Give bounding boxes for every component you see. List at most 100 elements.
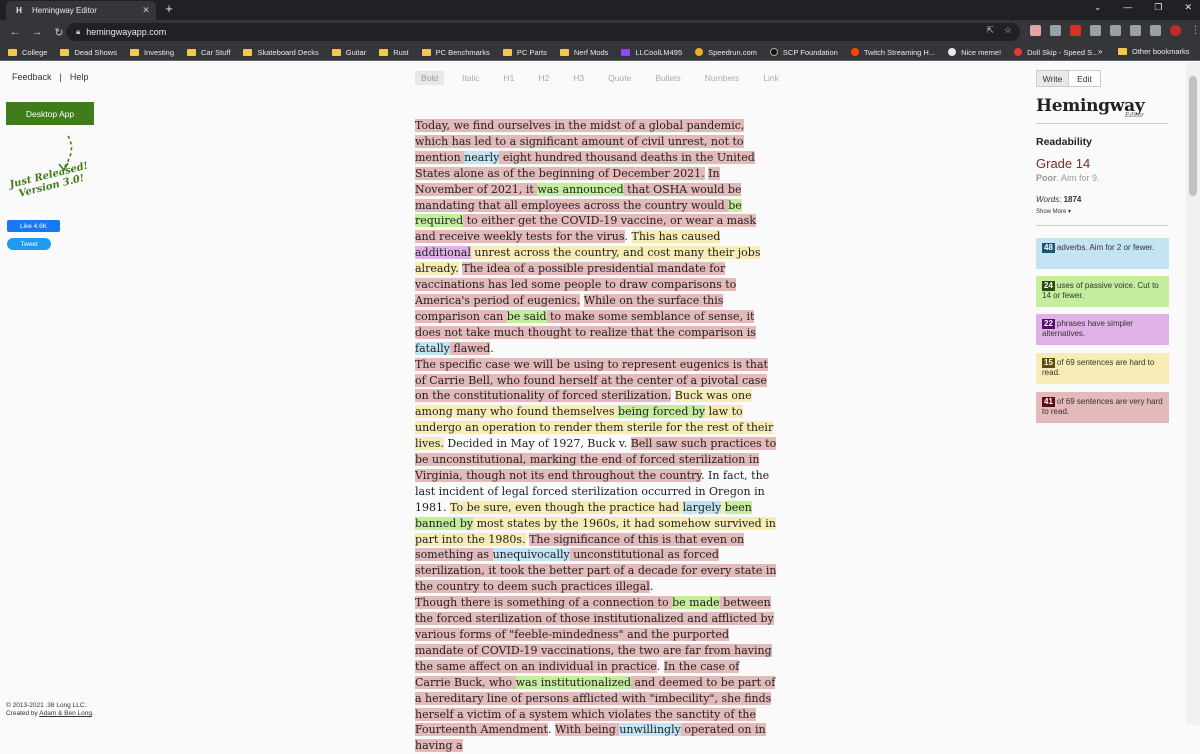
bookmark-item[interactable]: Dead Shows [60, 48, 117, 57]
h3-button[interactable]: H3 [567, 71, 590, 85]
folder-icon [421, 48, 431, 56]
window-controls: ⌄ — ❐ ✕ [1094, 2, 1192, 13]
tab-strip: H Hemingway Editor ✕ + ⌄ — ❐ ✕ [0, 0, 1200, 20]
bookmark-item[interactable]: Investing [129, 48, 174, 57]
text-editor[interactable]: Today, we find ourselves in the midst of… [415, 118, 777, 754]
facebook-like-button[interactable]: Like 4.6K [7, 220, 60, 232]
globe-icon [948, 48, 957, 56]
bookmark-item[interactable]: Rust [379, 48, 409, 57]
sidepanel-icon[interactable] [1150, 25, 1161, 36]
bookmark-item[interactable]: PC Parts [502, 48, 547, 57]
share-icon[interactable]: ⇱ [986, 25, 994, 36]
highlight-blue: unequivocally [492, 548, 570, 562]
restore-icon[interactable]: ❐ [1154, 2, 1162, 13]
text-run: Decided in May of 1927, Buck v. [443, 437, 631, 451]
minimize-icon[interactable]: — [1123, 2, 1132, 13]
editor-paragraph[interactable]: Though there is something of a connectio… [415, 595, 777, 754]
bookmark-item[interactable]: SCP Foundation [769, 48, 838, 57]
editor-paragraph[interactable]: The specific case we will be using to re… [415, 357, 777, 596]
hard-count: 15 [1042, 358, 1055, 368]
h1-button[interactable]: H1 [498, 71, 521, 85]
reddit-icon [850, 48, 859, 56]
bookmark-item[interactable]: College [8, 48, 47, 57]
extension-icon[interactable] [1030, 25, 1041, 36]
chevron-down-icon[interactable]: ⌄ [1094, 2, 1102, 13]
editor-paragraph[interactable]: Today, we find ourselves in the midst of… [415, 118, 777, 357]
other-bookmarks[interactable]: Other bookmarks [1118, 47, 1190, 56]
highlight-green: be said [506, 309, 547, 323]
highlight-blue: largely [682, 500, 722, 514]
bookmark-item[interactable]: Doll Skip - Speed S... [1014, 48, 1098, 57]
phrases-count: 22 [1042, 319, 1055, 329]
bookmark-item[interactable]: Car Stuff [187, 48, 230, 57]
highlight-green: be made [672, 596, 720, 610]
feedback-link[interactable]: Feedback [12, 72, 52, 82]
desktop-app-button[interactable]: Desktop App [6, 102, 94, 125]
bookmark-item[interactable]: Twitch Streaming H... [850, 48, 935, 57]
bullets-button[interactable]: Bullets [649, 71, 687, 85]
highlight-green: was institutionalized [515, 675, 632, 689]
grade-aim: Poor. Aim for 9. [1036, 173, 1100, 183]
hemingway-logo: Hemingway Editor [1036, 96, 1168, 124]
highlight-blue: unwillingly [619, 723, 681, 737]
twitch-icon [621, 48, 631, 56]
copyright-footer: © 2013-2021 .38 Long LLC. Created by Ada… [6, 702, 94, 718]
media-icon[interactable] [1130, 25, 1141, 36]
profile-avatar-icon[interactable] [1170, 25, 1181, 36]
puzzle-icon[interactable] [1110, 25, 1121, 36]
bookmark-item[interactable]: PC Benchmarks [421, 48, 490, 57]
browser-tab[interactable]: H Hemingway Editor ✕ [6, 1, 156, 20]
lock-icon[interactable]: 🔒︎ [76, 27, 80, 37]
close-tab-icon[interactable]: ✕ [140, 5, 152, 17]
folder-icon [502, 48, 512, 56]
authors-link[interactable]: Adam & Ben Long [39, 710, 92, 717]
edit-mode-button[interactable]: Edit [1068, 71, 1100, 86]
bookmark-item[interactable]: Speedrun.com [695, 48, 757, 57]
bookmark-item[interactable]: LLCoolLM495 [621, 48, 682, 57]
text-run: . [547, 723, 555, 737]
bookmark-item[interactable]: Nice meme! [948, 48, 1001, 57]
folder-icon [379, 48, 389, 56]
h2-button[interactable]: H2 [532, 71, 555, 85]
just-released-badge: Just Released! Version 3.0! [8, 134, 98, 206]
folder-icon [1118, 48, 1127, 55]
forward-icon[interactable]: → [30, 25, 44, 39]
close-window-icon[interactable]: ✕ [1184, 2, 1192, 13]
tweet-button[interactable]: Tweet [7, 238, 51, 250]
url-input[interactable]: 🔒︎ hemingwayapp.com ⇱ ☆ [66, 23, 1020, 41]
extension-icon[interactable] [1050, 25, 1061, 36]
numbers-button[interactable]: Numbers [699, 71, 745, 85]
hard-sentences-card: 15 of 69 sentences are hard to read. [1036, 353, 1169, 384]
scrollbar-thumb[interactable] [1189, 76, 1197, 196]
reload-icon[interactable]: ↻ [52, 25, 66, 39]
bookmark-star-icon[interactable]: ☆ [1004, 25, 1012, 36]
bold-button[interactable]: Bold [415, 71, 445, 85]
bookmarks-overflow-button[interactable]: » [1098, 47, 1102, 56]
bookmark-item[interactable]: Nerf Mods [559, 48, 608, 57]
bookmark-item[interactable]: Guitar [331, 48, 366, 57]
new-tab-button[interactable]: + [162, 2, 176, 16]
quote-button[interactable]: Quote [602, 71, 637, 85]
italic-button[interactable]: Italic [456, 71, 485, 85]
folder-icon [129, 48, 139, 56]
very-hard-sentences-card: 41 of 69 sentences are very hard to read. [1036, 392, 1169, 423]
bookmarks-bar: College Dead Shows Investing Car Stuff S… [0, 44, 1200, 61]
link-button[interactable]: Link [757, 71, 785, 85]
text-run: . [624, 230, 632, 244]
back-icon[interactable]: ← [8, 25, 22, 39]
highlight-yellow: This has caused [631, 230, 721, 244]
passive-voice-card: 24 uses of passive voice. Cut to 14 or fe… [1036, 276, 1169, 307]
folder-icon [187, 48, 196, 56]
highlight-purple: additional [415, 246, 471, 260]
extension-icon[interactable] [1090, 25, 1101, 36]
highlight-yellow: To be sure, even though the practice had [450, 500, 683, 514]
text-run: . [490, 341, 494, 355]
extension-icon[interactable] [1070, 25, 1081, 36]
page-scrollbar[interactable] [1186, 62, 1200, 725]
menu-kebab-icon[interactable]: ⋮ [1190, 25, 1200, 36]
bookmark-item[interactable]: Skateboard Decks [243, 48, 319, 57]
help-link[interactable]: Help [70, 72, 89, 82]
write-mode-button[interactable]: Write [1037, 71, 1068, 86]
scp-icon [769, 48, 778, 56]
show-more-toggle[interactable]: Show More ▾ [1036, 208, 1168, 215]
